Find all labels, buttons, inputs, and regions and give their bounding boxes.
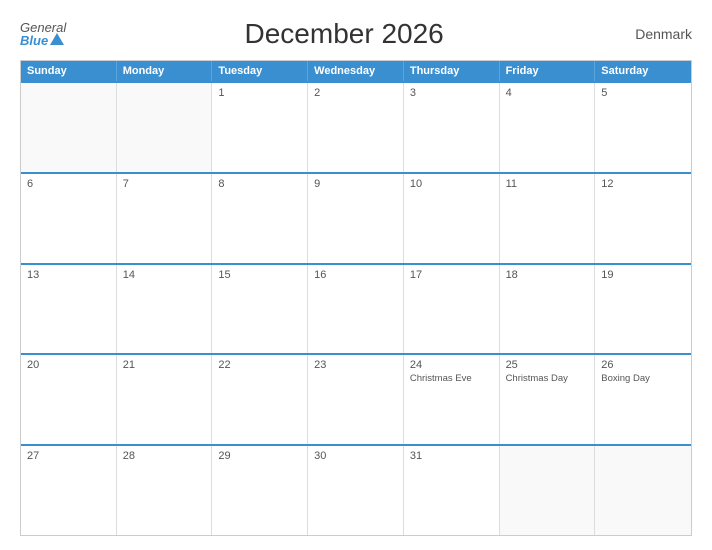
day-number: 12 — [601, 178, 685, 190]
day-number: 31 — [410, 450, 493, 462]
logo-blue-text: Blue — [20, 34, 48, 47]
calendar-cell: 30 — [308, 446, 404, 535]
calendar-page: General Blue December 2026 Denmark Sunda… — [0, 0, 712, 550]
calendar-cell — [595, 446, 691, 535]
day-number: 10 — [410, 178, 493, 190]
calendar-cell: 10 — [404, 174, 500, 263]
weekday-header: Tuesday — [212, 61, 308, 81]
weekday-header: Wednesday — [308, 61, 404, 81]
page-title: December 2026 — [66, 18, 622, 50]
calendar-cell — [21, 83, 117, 172]
calendar-header: SundayMondayTuesdayWednesdayThursdayFrid… — [21, 61, 691, 81]
calendar-cell: 20 — [21, 355, 117, 444]
calendar-cell: 4 — [500, 83, 596, 172]
calendar-cell: 1 — [212, 83, 308, 172]
day-number: 20 — [27, 359, 110, 371]
weekday-header: Monday — [117, 61, 213, 81]
calendar-cell: 12 — [595, 174, 691, 263]
day-number: 13 — [27, 269, 110, 281]
day-number: 29 — [218, 450, 301, 462]
week-row-2: 6 78 9 10 11 12 — [21, 172, 691, 263]
day-number: 5 — [601, 87, 685, 99]
day-number: 8 — [218, 178, 301, 190]
calendar-cell: 23 — [308, 355, 404, 444]
calendar-cell: 8 — [212, 174, 308, 263]
day-number: 7 — [123, 178, 206, 190]
day-number: 22 — [218, 359, 301, 371]
day-number: 2 — [314, 87, 397, 99]
weekday-header: Saturday — [595, 61, 691, 81]
calendar-cell: 15 — [212, 265, 308, 354]
week-row-1: 1 2 3 45 — [21, 81, 691, 172]
calendar-cell: 11 — [500, 174, 596, 263]
day-number: 1 — [218, 87, 301, 99]
day-number: 11 — [506, 178, 589, 190]
calendar-cell: 14 — [117, 265, 213, 354]
day-number: 17 — [410, 269, 493, 281]
weekday-header: Thursday — [404, 61, 500, 81]
day-number: 25 — [506, 359, 589, 371]
day-number: 9 — [314, 178, 397, 190]
calendar-cell: 3 — [404, 83, 500, 172]
day-number: 3 — [410, 87, 493, 99]
day-event: Christmas Day — [506, 373, 589, 385]
calendar-cell: 5 — [595, 83, 691, 172]
country-label: Denmark — [622, 26, 692, 42]
week-row-4: 20 21 22 23 24 Christmas Eve 25 Christmas Day 26… — [21, 353, 691, 444]
logo-triangle-icon — [50, 33, 64, 45]
calendar-cell — [117, 83, 213, 172]
calendar-cell: 29 — [212, 446, 308, 535]
calendar-cell: 18 — [500, 265, 596, 354]
calendar-cell: 22 — [212, 355, 308, 444]
weekday-header: Friday — [500, 61, 596, 81]
calendar-cell: 21 — [117, 355, 213, 444]
day-number: 26 — [601, 359, 685, 371]
calendar-cell: 27 — [21, 446, 117, 535]
page-header: General Blue December 2026 Denmark — [20, 18, 692, 50]
day-number: 6 — [27, 178, 110, 190]
day-number: 28 — [123, 450, 206, 462]
calendar-cell: 7 — [117, 174, 213, 263]
calendar-cell: 25 Christmas Day — [500, 355, 596, 444]
calendar-cell: 26 Boxing Day — [595, 355, 691, 444]
calendar-cell: 28 — [117, 446, 213, 535]
calendar-body: 123456789101112131415161718192021222324C… — [21, 81, 691, 535]
calendar-cell — [500, 446, 596, 535]
day-number: 4 — [506, 87, 589, 99]
calendar-cell: 24 Christmas Eve — [404, 355, 500, 444]
calendar-cell: 31 — [404, 446, 500, 535]
calendar-cell: 19 — [595, 265, 691, 354]
calendar-grid: SundayMondayTuesdayWednesdayThursdayFrid… — [20, 60, 692, 536]
calendar-cell: 2 — [308, 83, 404, 172]
logo: General Blue — [20, 21, 66, 47]
day-number: 24 — [410, 359, 493, 371]
weekday-header: Sunday — [21, 61, 117, 81]
day-number: 30 — [314, 450, 397, 462]
day-number: 14 — [123, 269, 206, 281]
week-row-3: 13 14 15 16 17 18 19 — [21, 263, 691, 354]
day-number: 19 — [601, 269, 685, 281]
day-number: 16 — [314, 269, 397, 281]
day-event: Boxing Day — [601, 373, 685, 385]
calendar-cell: 13 — [21, 265, 117, 354]
day-number: 23 — [314, 359, 397, 371]
calendar-cell: 17 — [404, 265, 500, 354]
calendar-cell: 9 — [308, 174, 404, 263]
calendar-cell: 16 — [308, 265, 404, 354]
day-event: Christmas Eve — [410, 373, 493, 385]
day-number: 18 — [506, 269, 589, 281]
day-number: 27 — [27, 450, 110, 462]
day-number: 21 — [123, 359, 206, 371]
week-row-5: 27 28 29 30 31 — [21, 444, 691, 535]
day-number: 15 — [218, 269, 301, 281]
calendar-cell: 6 — [21, 174, 117, 263]
